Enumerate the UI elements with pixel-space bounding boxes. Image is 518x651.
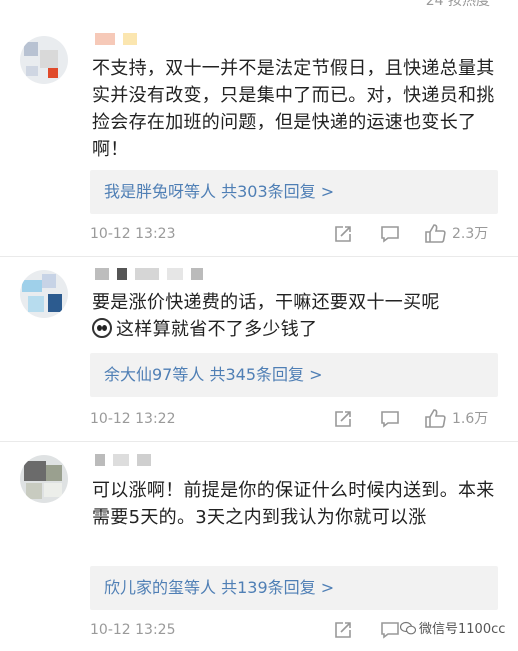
- comment-icon[interactable]: [380, 225, 400, 243]
- reply-mid: 等人: [172, 365, 205, 384]
- watermark: 微信号1100cc: [400, 620, 505, 640]
- watermark-text: 微信号1100cc: [419, 622, 506, 637]
- sort-label[interactable]: 24 按热度: [426, 0, 490, 10]
- reply-user[interactable]: 我是胖兔呀: [104, 182, 184, 201]
- reply-mid: 等人: [184, 578, 217, 597]
- reply-summary[interactable]: 余大仙97等人 共345条回复 >: [90, 353, 498, 397]
- avatar[interactable]: [20, 270, 68, 318]
- divider: [0, 441, 518, 442]
- reply-summary[interactable]: 我是胖兔呀等人 共303条回复 >: [90, 170, 498, 214]
- wechat-icon: [400, 621, 416, 635]
- share-icon[interactable]: [334, 410, 352, 428]
- like-icon[interactable]: [424, 408, 446, 428]
- share-icon[interactable]: [334, 225, 352, 243]
- user-name[interactable]: [95, 454, 159, 468]
- user-name[interactable]: [95, 268, 211, 282]
- share-icon[interactable]: [334, 621, 352, 639]
- like-icon[interactable]: [424, 223, 446, 243]
- comment-time: 10-12 13:22: [90, 411, 176, 427]
- reply-summary[interactable]: 欣儿家的玺等人 共139条回复 >: [90, 566, 498, 610]
- like-count: 1.6万: [452, 411, 489, 427]
- reply-user[interactable]: 余大仙97: [104, 365, 172, 384]
- comment-text: 要是涨价快递费的话，干嘛还要双十一买呢 这样算就省不了多少钱了: [92, 289, 497, 343]
- comment-time: 10-12 13:25: [90, 622, 176, 638]
- avatar[interactable]: [20, 455, 68, 503]
- comment-line-2-text: 这样算就省不了多少钱了: [116, 319, 318, 340]
- comment-meta: 10-12 13:22 1.6万: [90, 407, 500, 431]
- avatar[interactable]: [20, 36, 68, 84]
- reply-user[interactable]: 欣儿家的玺: [104, 578, 184, 597]
- comment-line-2: 这样算就省不了多少钱了: [92, 316, 497, 343]
- comment-icon[interactable]: [380, 621, 400, 639]
- reply-mid: 等人: [184, 182, 217, 201]
- reply-count[interactable]: 共139条回复 >: [221, 578, 334, 597]
- emoji-icon: [92, 318, 112, 338]
- sort-label-text: 24 按热度: [425, 0, 490, 9]
- comment-text: 可以涨啊！前提是你的保证什么时候内送到。本来需要5天的。3天之内到我认为你就可以…: [92, 480, 495, 528]
- user-name[interactable]: [95, 33, 145, 47]
- comment-time: 10-12 13:23: [90, 226, 176, 242]
- comment-line-1: 要是涨价快递费的话，干嘛还要双十一买呢: [92, 292, 440, 313]
- reply-count[interactable]: 共345条回复 >: [209, 365, 322, 384]
- comment-icon[interactable]: [380, 410, 400, 428]
- reply-count[interactable]: 共303条回复 >: [221, 182, 334, 201]
- divider: [0, 256, 518, 257]
- comment-meta: 10-12 13:23 2.3万: [90, 222, 500, 246]
- like-count: 2.3万: [452, 226, 489, 242]
- comment-text: 不支持，双十一并不是法定节假日，且快递总量其实并没有改变，只是集中了而已。对，快…: [92, 58, 495, 160]
